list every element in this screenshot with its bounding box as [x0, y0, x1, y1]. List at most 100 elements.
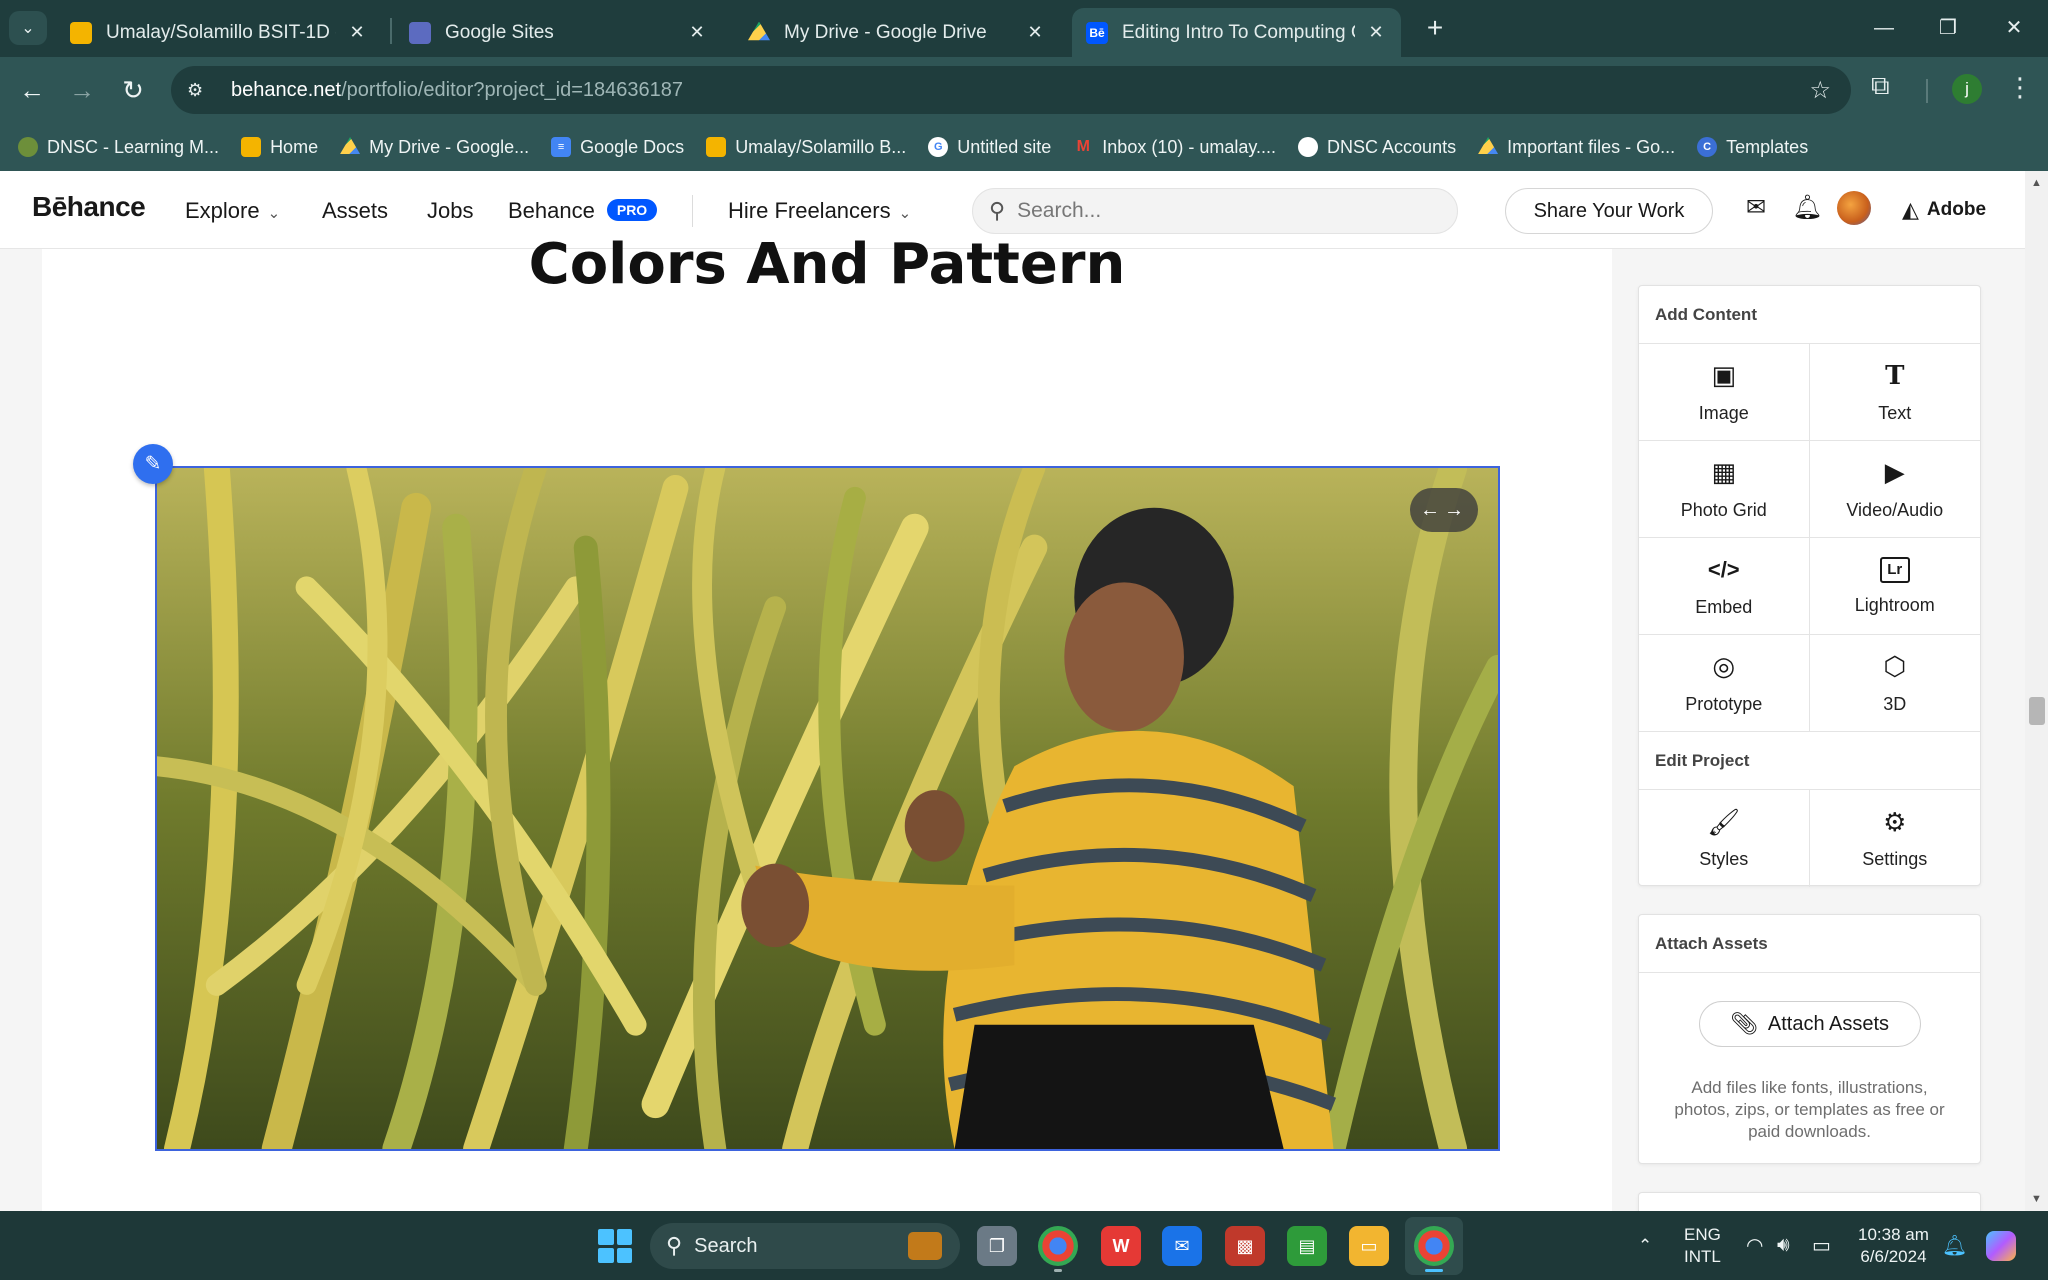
search-input[interactable] [1017, 199, 1418, 223]
wps-office-icon[interactable]: W [1101, 1226, 1141, 1266]
close-tab-icon[interactable]: ✕ [1024, 22, 1046, 43]
browser-tab-google-drive[interactable]: My Drive - Google Drive ✕ [734, 8, 1060, 57]
add-text-button[interactable]: T Text [1809, 344, 1980, 441]
plus-icon: + [1426, 12, 1444, 43]
behance-logo[interactable]: Bēhance [32, 191, 146, 223]
keyboard-layout: INTL [1684, 1246, 1721, 1266]
bookmark-item[interactable]: Important files - Go... [1478, 137, 1675, 158]
game-app-icon[interactable]: ▩ [1225, 1226, 1265, 1266]
add-video-audio-button[interactable]: ▶ Video/Audio [1809, 441, 1980, 538]
more-menu-icon[interactable]: ⋮ [2007, 72, 2033, 103]
attach-assets-button[interactable]: 📎︎ Attach Assets [1698, 1001, 1921, 1047]
mail-icon[interactable]: ✉ [1746, 193, 1766, 222]
windows-logo-icon [598, 1247, 614, 1263]
nav-explore[interactable]: Explore ⌄ [185, 198, 280, 224]
bookmark-item[interactable]: DNSC - Learning M... [18, 137, 219, 158]
add-photo-grid-button[interactable]: ▦ Photo Grid [1639, 441, 1810, 538]
reload-button[interactable]: ↻ [113, 70, 153, 110]
minimize-button[interactable]: — [1854, 10, 1914, 46]
tray-overflow-chevron-icon[interactable]: ⌃ [1638, 1211, 1652, 1280]
scroll-down-arrow-icon[interactable]: ▼ [2025, 1193, 2048, 1205]
back-button[interactable]: ← [12, 70, 52, 110]
page-scrollbar[interactable]: ▲ ▼ [2025, 171, 2048, 1211]
tab-search-button[interactable]: ⌄ [9, 11, 47, 45]
bookmark-item[interactable]: DNSC Accounts [1298, 137, 1456, 158]
spreadsheet-app-icon[interactable]: ▤ [1287, 1226, 1327, 1266]
scroll-up-arrow-icon[interactable]: ▲ [2025, 177, 2048, 189]
close-window-button[interactable]: ✕ [1984, 10, 2044, 46]
restore-button[interactable]: ❐ [1918, 10, 1978, 46]
toolbar-divider [1926, 79, 1928, 103]
bookmark-item[interactable]: ≡ Google Docs [551, 137, 684, 158]
pencil-icon: ✎ [144, 453, 162, 475]
new-tab-button[interactable]: + [1418, 12, 1452, 46]
canva-favicon-icon: C [1697, 137, 1718, 157]
profile-avatar[interactable]: j [1952, 74, 1982, 104]
bookmark-item[interactable]: Umalay/Solamillo B... [706, 137, 906, 158]
behance-favicon-icon: Bē [1086, 21, 1108, 44]
behance-search: ⚲ [972, 188, 1458, 234]
address-bar[interactable]: ⚙ behance.net/portfolio/editor?project_i… [171, 66, 1851, 114]
bookmark-label: Untitled site [957, 136, 1052, 157]
bookmark-item[interactable]: Home [241, 137, 318, 158]
add-content-grid: ▣ Image T Text ▦ Photo Grid ▶ Video/Audio </… [1639, 344, 1980, 732]
drive-favicon-icon [340, 137, 361, 154]
close-tab-icon[interactable]: ✕ [1365, 22, 1387, 43]
close-tab-icon[interactable]: ✕ [686, 22, 708, 43]
volume-icon[interactable]: 🔊︎ [1777, 1211, 1790, 1280]
nav-behance-pro[interactable]: Behance PRO [508, 198, 658, 224]
copilot-icon[interactable] [1986, 1211, 2016, 1280]
scrollbar-thumb[interactable] [2029, 697, 2045, 725]
add-lightroom-button[interactable]: Lr Lightroom [1809, 538, 1980, 635]
pointer-icon: ◎ [1712, 651, 1736, 681]
nav-hire-freelancers[interactable]: Hire Freelancers ⌄ [728, 198, 911, 224]
add-embed-button[interactable]: </> Embed [1639, 538, 1810, 635]
resize-width-button[interactable]: ←→ [1410, 488, 1478, 532]
bookmark-item[interactable]: C Templates [1697, 137, 1808, 158]
image-module[interactable] [155, 466, 1500, 1151]
edit-pencil-button[interactable]: ✎ [133, 444, 173, 484]
chrome-profile-icon[interactable] [1414, 1226, 1454, 1266]
add-3d-button[interactable]: ⬡ 3D [1809, 635, 1980, 732]
user-avatar[interactable] [1837, 191, 1871, 225]
url-text[interactable]: behance.net/portfolio/editor?project_id=… [231, 79, 683, 102]
tab-label: Google Sites [445, 21, 554, 43]
add-image-button[interactable]: ▣ Image [1639, 344, 1810, 441]
browser-tab-behance-editor[interactable]: Bē Editing Intro To Computing Gro ✕ [1072, 8, 1401, 57]
forward-button[interactable]: → [62, 70, 102, 110]
browser-tab-sheets[interactable]: Umalay/Solamillo BSIT-1D - Go ✕ [56, 8, 382, 57]
bookmark-item[interactable]: G Untitled site [928, 137, 1051, 158]
battery-icon[interactable]: ▭ [1812, 1211, 1831, 1280]
nav-assets[interactable]: Assets [322, 198, 388, 224]
wifi-icon[interactable]: ◠ [1746, 1211, 1763, 1280]
add-prototype-button[interactable]: ◎ Prototype [1639, 635, 1810, 732]
gmail-favicon-icon: M [1076, 138, 1090, 155]
bell-icon[interactable]: 🔔︎ [1792, 193, 1822, 222]
project-title[interactable]: Colors And Pattern [42, 232, 1612, 297]
nav-jobs[interactable]: Jobs [427, 198, 473, 224]
slides-favicon-icon [241, 137, 262, 157]
bookmark-star-icon[interactable]: ☆ [1809, 76, 1831, 105]
bookmark-label: Templates [1726, 136, 1809, 157]
file-explorer-icon[interactable]: ▭ [1349, 1226, 1389, 1266]
browser-tab-google-sites[interactable]: Google Sites ✕ [395, 8, 722, 57]
close-tab-icon[interactable]: ✕ [346, 22, 368, 43]
clock[interactable]: 10:38 am 6/6/2024 [1858, 1211, 1929, 1280]
paperclip-icon: 📎︎ [1729, 1011, 1758, 1036]
mail-app-icon[interactable]: ✉ [1162, 1226, 1202, 1266]
styles-button[interactable]: 🖌︎ Styles [1639, 790, 1810, 887]
bookmark-item[interactable]: My Drive - Google... [340, 137, 529, 158]
adobe-link[interactable]: ◭ Adobe [1902, 197, 1986, 223]
language-indicator[interactable]: ENG INTL [1684, 1211, 1721, 1280]
share-your-work-button[interactable]: Share Your Work [1505, 188, 1713, 234]
site-info-icon[interactable]: ⚙ [187, 80, 209, 101]
task-view-icon[interactable]: ❐ [977, 1226, 1017, 1266]
chevron-down-icon: ⌄ [267, 205, 281, 222]
notification-bell-icon[interactable]: 🔔︎ [1942, 1211, 1967, 1280]
chrome-icon[interactable] [1038, 1226, 1078, 1266]
windows-start-button[interactable] [598, 1229, 632, 1263]
bookmark-item[interactable]: M Inbox (10) - umalay.... [1073, 137, 1276, 158]
taskbar-search[interactable]: ⚲ Search [650, 1223, 960, 1269]
settings-button[interactable]: ⚙ Settings [1810, 790, 1981, 887]
extensions-icon[interactable]: ⧉ [1871, 70, 1890, 102]
